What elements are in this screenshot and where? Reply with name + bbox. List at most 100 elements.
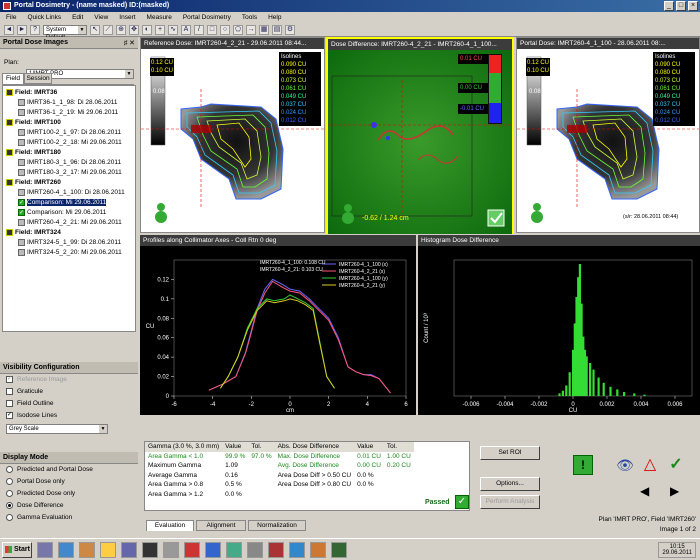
pan-icon[interactable]: ✥ <box>129 24 139 35</box>
settings-icon[interactable]: ⚙ <box>285 24 295 35</box>
visibility-option[interactable]: ✓ Reference Image <box>0 374 138 386</box>
display-mode-option[interactable]: Portal Dose only <box>0 476 138 488</box>
checkbox[interactable] <box>6 399 13 407</box>
visibility-option[interactable]: Graticule <box>0 386 138 398</box>
tree-image-node[interactable]: IMRT36-1_2_19: Mi 29.06.2011 <box>6 108 132 118</box>
tree-image-node[interactable]: IMRT180-3_2_17: Mi 29.06.2011 <box>6 168 132 178</box>
arrow-icon[interactable]: → <box>246 24 256 35</box>
close-button[interactable]: × <box>688 1 698 11</box>
approve-check-icon[interactable]: ✓ <box>666 455 686 475</box>
reject-triangle-icon[interactable]: △ <box>640 455 660 475</box>
menu-item[interactable]: Tools <box>242 12 257 23</box>
taskbar-app-icon[interactable] <box>163 541 179 558</box>
tree-comparison-node[interactable]: ✓ Comparison: Mi 29.06.2011 <box>6 208 132 218</box>
tab-field[interactable]: Field <box>2 73 24 84</box>
profile-icon[interactable]: ∿ <box>168 24 178 35</box>
radio-button[interactable] <box>6 465 13 473</box>
menu-item[interactable]: Measure <box>147 12 172 23</box>
set-roi-button[interactable]: Set ROI <box>480 446 540 460</box>
minimize-button[interactable]: _ <box>664 1 674 11</box>
radio-button[interactable] <box>6 489 13 497</box>
menu-item[interactable]: Insert <box>119 12 135 23</box>
previous-image-icon[interactable]: ◀ <box>640 484 649 498</box>
tab-alignment[interactable]: Alignment <box>196 520 246 531</box>
tree-field-node[interactable]: Field: IMRT36 <box>6 88 132 98</box>
tree-field-node[interactable]: Field: IMRT180 <box>6 148 132 158</box>
taskbar-app-icon[interactable] <box>121 541 137 558</box>
menu-item[interactable]: Help <box>268 12 281 23</box>
polygon-icon[interactable]: ⬠ <box>233 24 243 35</box>
forward-icon[interactable]: ► <box>17 24 27 35</box>
radio-button[interactable] <box>6 513 13 521</box>
pin-close-icons[interactable]: ♯ ✕ <box>124 39 135 47</box>
options-button[interactable]: Options... <box>480 477 540 491</box>
tree-image-node[interactable]: IMRT260-4_2_21: Mi 29.06.2011 <box>6 218 132 228</box>
tree-image-node[interactable]: IMRT260-4_1_100: Di 28.06.2011 <box>6 188 132 198</box>
display-mode-option[interactable]: Predicted and Portal Dose <box>0 464 138 476</box>
tab-evaluation[interactable]: Evaluation <box>146 520 194 531</box>
taskbar-app-icon[interactable] <box>79 541 95 558</box>
back-icon[interactable]: ◄ <box>4 24 14 35</box>
taskbar-app-icon[interactable] <box>310 541 326 558</box>
tab-normalization[interactable]: Normalization <box>248 520 306 531</box>
radio-button[interactable] <box>6 501 13 509</box>
line-icon[interactable]: / <box>194 24 204 35</box>
perform-analysis-button[interactable]: Perform Analysis <box>480 495 540 509</box>
checkbox[interactable]: ✓ <box>6 375 13 383</box>
tree-image-node[interactable]: IMRT324-5_1_99: Di 28.06.2011 <box>6 238 132 248</box>
ruler-icon[interactable]: ⟋ <box>103 24 113 35</box>
tree-image-node[interactable]: IMRT36-1_1_98: Di 28.06.2011 <box>6 98 132 108</box>
tab-session[interactable]: Session <box>24 73 52 84</box>
layout-icon[interactable]: ▦ <box>259 24 269 35</box>
taskbar-app-icon[interactable] <box>331 541 347 558</box>
display-mode-option[interactable]: Gamma Evaluation <box>0 512 138 524</box>
maximize-button[interactable]: □ <box>676 1 686 11</box>
taskbar-app-icon[interactable] <box>58 541 74 558</box>
tree-field-node[interactable]: Field: IMRT324 <box>6 228 132 238</box>
menu-item[interactable]: Portal Dosimetry <box>183 12 231 23</box>
tree-comparison-node[interactable]: ✓ Comparison: Mi 29.06.2011 <box>6 198 132 208</box>
taskbar-app-icon[interactable] <box>184 541 200 558</box>
visibility-option[interactable]: ✓ Isodose Lines <box>0 410 138 422</box>
checkbox[interactable]: ✓ <box>6 411 13 419</box>
taskbar-app-icon[interactable] <box>226 541 242 558</box>
histogram-chart[interactable]: -0.006 -0.004 -0.002 0 0.002 0.004 0.006CUCoun… <box>418 246 700 415</box>
menu-item[interactable]: File <box>6 12 16 23</box>
checkbox[interactable] <box>6 387 13 395</box>
menu-item[interactable]: View <box>94 12 108 23</box>
menu-item[interactable]: Quick Links <box>27 12 61 23</box>
warning-icon[interactable]: ! <box>573 455 593 475</box>
taskbar-app-icon[interactable] <box>142 541 158 558</box>
crosshair-icon[interactable]: + <box>155 24 165 35</box>
radio-button[interactable] <box>6 477 13 485</box>
next-image-icon[interactable]: ▶ <box>670 484 679 498</box>
menu-item[interactable]: Edit <box>72 12 83 23</box>
find-icon[interactable]: ? <box>30 24 40 35</box>
system-selector[interactable]: System Default▼ <box>43 24 87 41</box>
tree-field-node[interactable]: Field: IMRT260 <box>6 178 132 188</box>
display-mode-option[interactable]: Dose Difference <box>0 500 138 512</box>
cursor-icon[interactable]: ↖ <box>90 24 100 35</box>
taskbar-app-icon[interactable] <box>205 541 221 558</box>
eye-icon[interactable]: 👁 <box>615 457 635 473</box>
rectangle-icon[interactable]: □ <box>207 24 217 35</box>
taskbar-app-icon[interactable] <box>289 541 305 558</box>
taskbar-app-icon[interactable] <box>247 541 263 558</box>
taskbar-app-icon[interactable] <box>268 541 284 558</box>
tree-image-node[interactable]: IMRT100-2_2_18: Mi 29.06.2011 <box>6 138 132 148</box>
display-mode-option[interactable]: Predicted Dose only <box>0 488 138 500</box>
ellipse-icon[interactable]: ○ <box>220 24 230 35</box>
dose-difference-image[interactable] <box>328 50 512 234</box>
start-button[interactable]: Start <box>2 541 32 558</box>
text-icon[interactable]: A <box>181 24 191 35</box>
tree-image-node[interactable]: IMRT100-2_1_97: Di 28.06.2011 <box>6 128 132 138</box>
taskbar-app-icon[interactable] <box>100 541 116 558</box>
tree-image-node[interactable]: IMRT180-3_1_96: Di 28.06.2011 <box>6 158 132 168</box>
colormap-dropdown[interactable]: Grey Scale ▼ <box>6 424 108 434</box>
profile-chart[interactable]: 00.020.040.060.080.10.12-6 -4 -2 0 2 4 6cmCUIM… <box>140 246 416 415</box>
zoom-icon[interactable]: ⊕ <box>116 24 126 35</box>
tree-field-node[interactable]: Field: IMRT100 <box>6 118 132 128</box>
visibility-option[interactable]: Field Outline <box>0 398 138 410</box>
window-level-icon[interactable]: ◐ <box>142 24 152 35</box>
tree-image-node[interactable]: IMRT324-5_2_20: Mi 29.06.2011 <box>6 248 132 258</box>
